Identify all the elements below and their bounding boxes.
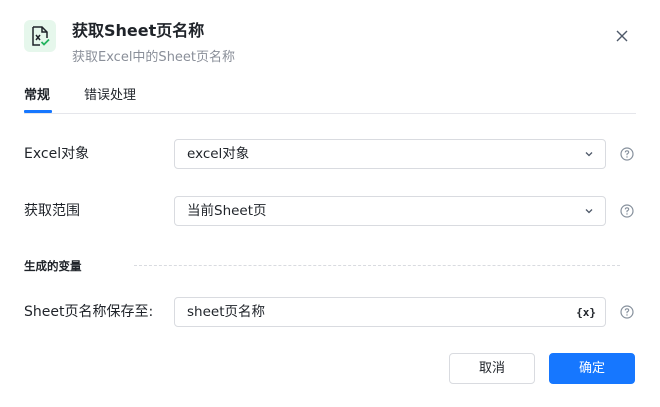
close-icon[interactable] xyxy=(612,26,632,46)
excel-object-select[interactable]: excel对象 xyxy=(174,139,606,169)
save-to-value: sheet页名称 xyxy=(187,304,265,320)
tab-error-handling[interactable]: 错误处理 xyxy=(84,86,136,106)
cancel-button[interactable]: 取消 xyxy=(449,353,535,384)
help-icon[interactable] xyxy=(620,204,634,218)
excel-sheet-icon xyxy=(24,20,56,52)
excel-object-label: Excel对象 xyxy=(24,146,90,162)
section-divider xyxy=(134,265,620,266)
chevron-down-icon xyxy=(583,148,595,160)
range-select[interactable]: 当前Sheet页 xyxy=(174,196,606,226)
save-to-label: Sheet页名称保存至: xyxy=(24,304,154,320)
dialog-subtitle: 获取Excel中的Sheet页名称 xyxy=(72,50,236,65)
save-to-input[interactable]: sheet页名称 {x} xyxy=(174,297,606,327)
tabs-divider xyxy=(24,113,636,114)
range-label: 获取范围 xyxy=(24,203,80,219)
tab-general[interactable]: 常规 xyxy=(24,86,50,106)
help-icon[interactable] xyxy=(620,147,634,161)
variable-insert-icon[interactable]: {x} xyxy=(576,305,596,321)
chevron-down-icon xyxy=(583,205,595,217)
range-value: 当前Sheet页 xyxy=(187,203,267,219)
dialog-title: 获取Sheet页名称 xyxy=(72,21,205,40)
confirm-button[interactable]: 确定 xyxy=(549,353,635,384)
dialog: 获取Sheet页名称 获取Excel中的Sheet页名称 常规 错误处理 Exc… xyxy=(0,0,660,407)
section-title-output-variables: 生成的变量 xyxy=(24,259,82,273)
excel-object-value: excel对象 xyxy=(187,146,250,162)
help-icon[interactable] xyxy=(620,305,634,319)
